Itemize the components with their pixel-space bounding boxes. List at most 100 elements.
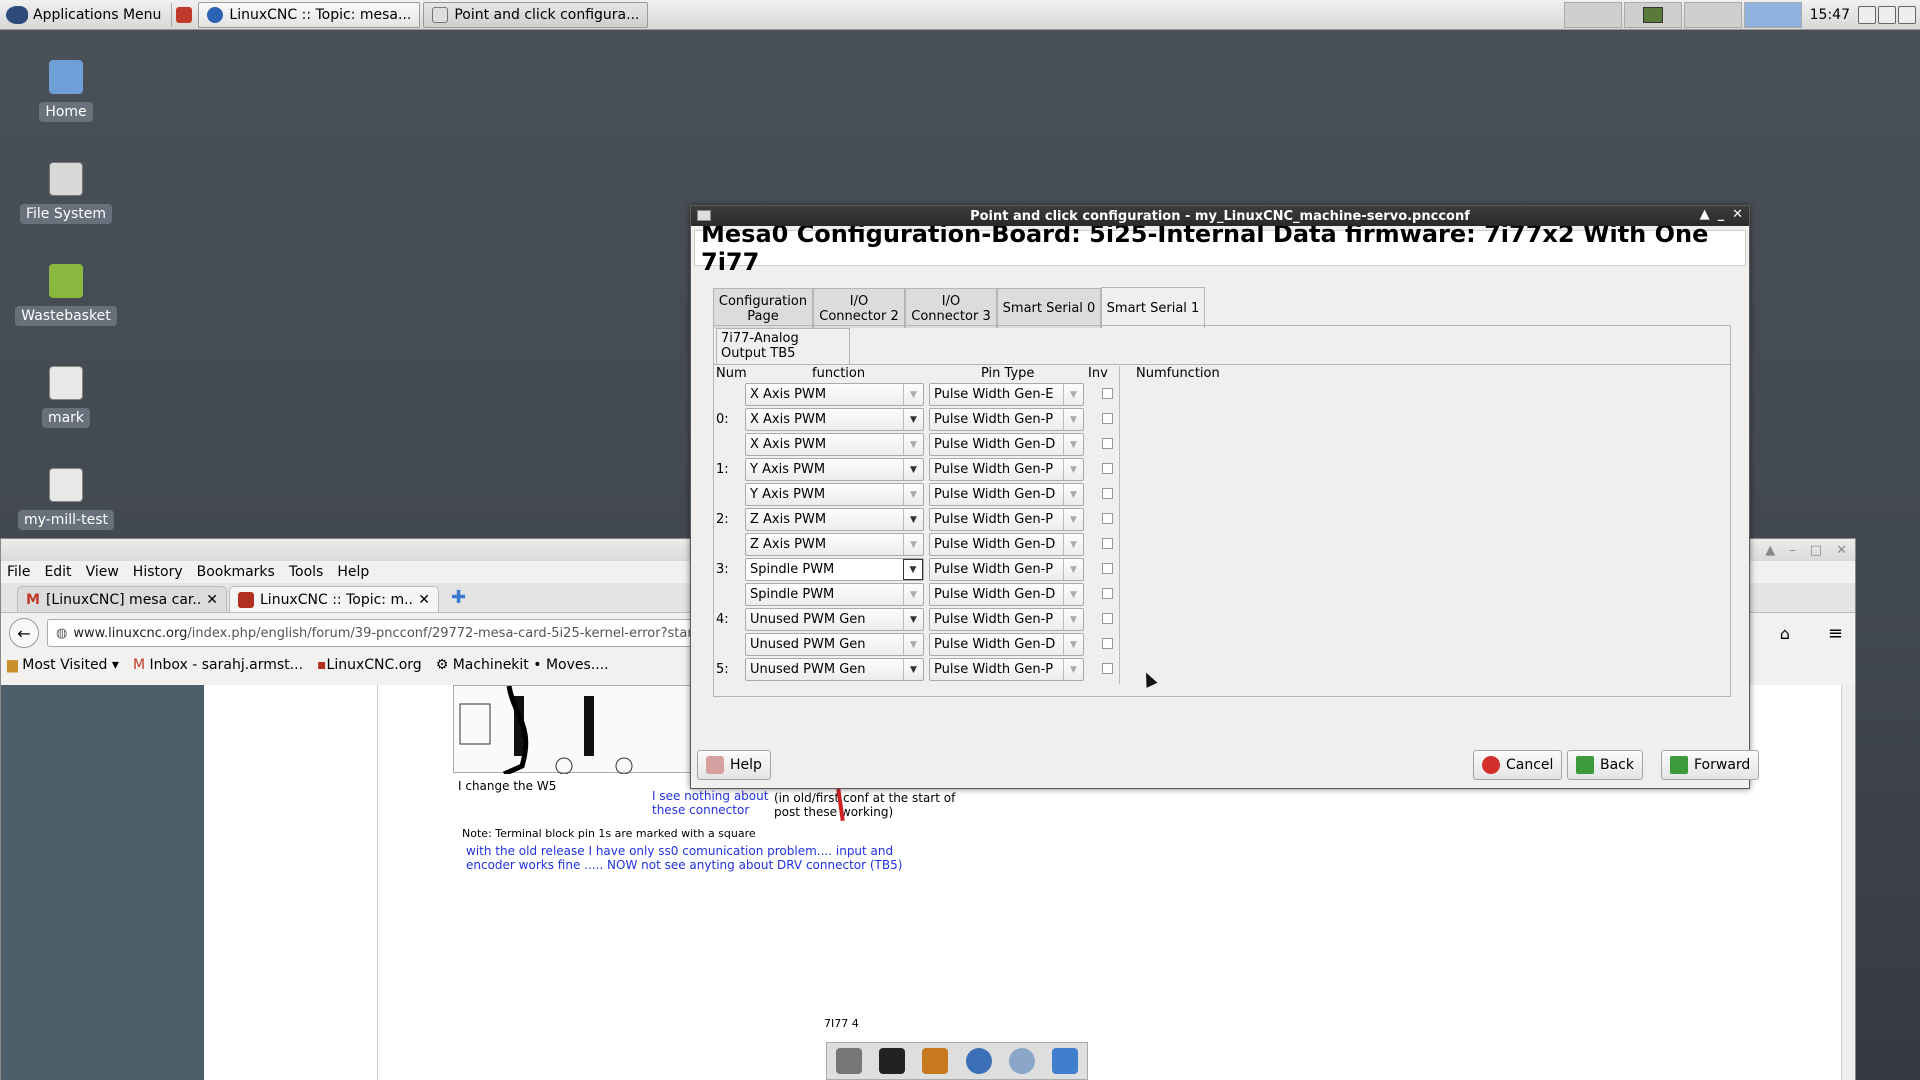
menu-view[interactable]: View [86,564,119,580]
function-combo[interactable]: Unused PWM Gen ▼ [745,658,924,681]
taskbar-item-pncconf[interactable]: Point and click configura... [423,1,649,28]
invert-checkbox[interactable] [1102,588,1113,599]
function-combo[interactable]: Spindle PWM ▼ [745,583,924,606]
pin-type-combo[interactable]: Pulse Width Gen-D ▼ [929,483,1084,506]
window-menu-icon[interactable] [697,210,711,221]
menu-tools[interactable]: Tools [289,564,324,580]
home-icon[interactable]: ⌂ [1780,624,1790,643]
pin-type-combo[interactable]: Pulse Width Gen-P ▼ [929,458,1084,481]
invert-checkbox[interactable] [1102,388,1113,399]
back-arrow-icon[interactable]: ← [9,618,39,648]
menu-edit[interactable]: Edit [44,564,71,580]
close-icon[interactable]: ✕ [1836,543,1847,558]
browser-tab-linuxcnc[interactable]: LinuxCNC :: Topic: m... ✕ [229,586,439,612]
pin-type-combo[interactable]: Pulse Width Gen-D ▼ [929,583,1084,606]
vertical-scrollbar[interactable] [1841,685,1855,1080]
invert-checkbox[interactable] [1102,538,1113,549]
desktop-icon-filesystem[interactable]: File System [16,162,116,224]
desktop-icon-wastebasket[interactable]: Wastebasket [15,264,117,326]
pin-type-combo[interactable]: Pulse Width Gen-E ▼ [929,383,1084,406]
dropdown-arrow-icon: ▼ [1063,584,1083,605]
subtab-7i77-analog-output[interactable]: 7i77-Analog Output TB5 [716,328,850,364]
maximize-icon[interactable]: ▲ [1700,207,1710,222]
folder-icon[interactable] [1052,1048,1079,1074]
tab-close-icon[interactable]: ✕ [206,592,218,608]
function-combo[interactable]: Z Axis PWM ▼ [745,508,924,531]
minimize-icon[interactable]: _ [1718,207,1725,222]
invert-checkbox[interactable] [1102,563,1113,574]
workspace-1[interactable] [1563,2,1622,28]
bookmark-most-visited[interactable]: ▆ Most Visited ▾ [7,657,119,673]
back-button[interactable]: Back [1567,750,1643,780]
function-combo[interactable]: X Axis PWM ▼ [745,433,924,456]
pin-type-combo[interactable]: Pulse Width Gen-D ▼ [929,633,1084,656]
bookmark-linuxcnc[interactable]: ▪LinuxCNC.org [317,657,422,673]
pin-type-combo[interactable]: Pulse Width Gen-P ▼ [929,408,1084,431]
invert-checkbox[interactable] [1102,663,1113,674]
invert-checkbox[interactable] [1102,438,1113,449]
new-tab-icon[interactable]: ✚ [451,587,466,608]
function-combo[interactable]: Unused PWM Gen ▼ [745,608,924,631]
tab-io-connector-3[interactable]: I/O Connector 3 [905,288,997,328]
help-button[interactable]: Help [697,750,771,780]
browser-tab-gmail[interactable]: M [LinuxCNC] mesa car... ✕ [17,586,227,612]
restore-icon[interactable]: □ [1810,543,1822,558]
hamburger-menu-icon[interactable]: ≡ [1828,623,1843,644]
tab-smart-serial-1[interactable]: Smart Serial 1 [1101,287,1205,329]
file-manager-icon[interactable] [922,1048,949,1074]
pin-type-combo[interactable]: Pulse Width Gen-P ▼ [929,558,1084,581]
invert-checkbox[interactable] [1102,613,1113,624]
pin-type-combo[interactable]: Pulse Width Gen-D ▼ [929,433,1084,456]
invert-checkbox[interactable] [1102,638,1113,649]
terminal-icon[interactable] [878,1048,905,1074]
network-icon[interactable] [1878,6,1896,24]
close-icon[interactable]: ✕ [1732,207,1743,222]
function-combo[interactable]: X Axis PWM ▼ [745,408,924,431]
bookmark-inbox[interactable]: M Inbox - sarahj.armst... [133,657,303,673]
taskbar-item-firefox[interactable]: LinuxCNC :: Topic: mesa... [198,1,421,28]
tab-smart-serial-0[interactable]: Smart Serial 0 [997,288,1101,328]
menu-bookmarks[interactable]: Bookmarks [197,564,275,580]
minimize-icon[interactable]: – [1789,543,1796,558]
power-icon[interactable] [1898,6,1916,24]
function-combo[interactable]: Unused PWM Gen ▼ [745,633,924,656]
pin-type-combo[interactable]: Pulse Width Gen-P ▼ [929,608,1084,631]
tab-configuration-page[interactable]: Configuration Page [713,288,813,328]
logout-icon[interactable] [176,6,193,23]
pin-type-combo[interactable]: Pulse Width Gen-D ▼ [929,533,1084,556]
cancel-button[interactable]: Cancel [1473,750,1563,780]
function-combo[interactable]: X Axis PWM ▼ [745,383,924,406]
show-desktop-icon[interactable] [835,1048,862,1074]
clock[interactable]: 15:47 [1804,7,1856,23]
folder-icon: ▆ [7,657,18,673]
workspace-4[interactable] [1743,2,1802,28]
workspace-2[interactable] [1623,2,1682,28]
function-combo[interactable]: Y Axis PWM ▼ [745,458,924,481]
menu-help[interactable]: Help [337,564,369,580]
menu-history[interactable]: History [133,564,183,580]
workspace-3[interactable] [1683,2,1742,28]
bookmark-machinekit[interactable]: ⚙ Machinekit • Moves.... [436,657,609,673]
tab-io-connector-2[interactable]: I/O Connector 2 [813,288,905,328]
invert-checkbox[interactable] [1102,463,1113,474]
pin-type-combo[interactable]: Pulse Width Gen-P ▼ [929,508,1084,531]
tab-close-icon[interactable]: ✕ [418,592,430,608]
desktop-icon-my-mill-test[interactable]: my-mill-test [16,468,116,530]
clipboard-icon[interactable] [1858,6,1876,24]
invert-checkbox[interactable] [1102,488,1113,499]
function-combo[interactable]: Z Axis PWM ▼ [745,533,924,556]
desktop-icon-mark[interactable]: mark [16,366,116,428]
function-combo[interactable]: Spindle PWM ▼ [745,558,924,581]
menu-file[interactable]: File [7,564,30,580]
applications-menu-button[interactable]: Applications Menu [0,0,167,30]
maximize-icon[interactable]: ▲ [1765,543,1775,558]
desktop-icon-home[interactable]: Home [16,60,116,122]
web-browser-icon[interactable] [965,1048,992,1074]
invert-checkbox[interactable] [1102,413,1113,424]
forward-button[interactable]: Forward [1661,750,1760,780]
search-icon[interactable] [1008,1048,1035,1074]
function-combo[interactable]: Y Axis PWM ▼ [745,483,924,506]
invert-checkbox[interactable] [1102,513,1113,524]
pin-type-combo[interactable]: Pulse Width Gen-P ▼ [929,658,1084,681]
page-footer: 7I77 4 [824,1017,859,1030]
